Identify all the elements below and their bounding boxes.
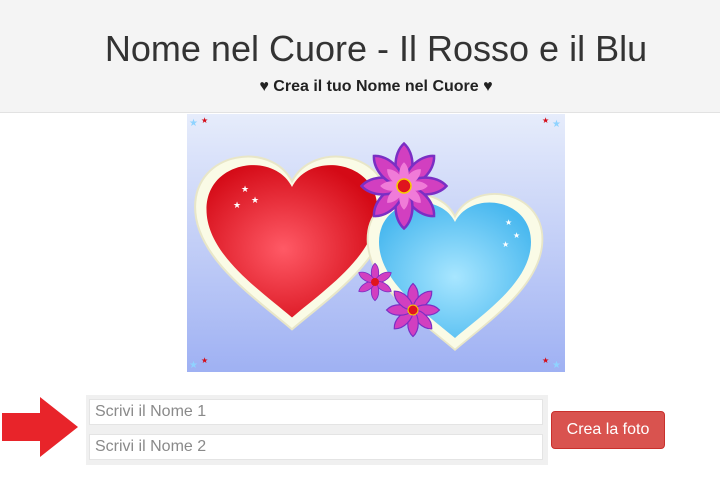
svg-text:★: ★ [251, 195, 259, 205]
page-title: Nome nel Cuore - Il Rosso e il Blu [104, 28, 648, 69]
svg-text:★: ★ [513, 231, 520, 240]
svg-text:★: ★ [241, 184, 249, 194]
svg-text:★: ★ [552, 119, 561, 130]
svg-text:★: ★ [233, 200, 241, 210]
heart-image-preview: ★ ★ ★ ★ ★ ★ ★ ★ ★ ★ ★ ★ ★ ★ [187, 114, 565, 372]
svg-text:★: ★ [201, 116, 208, 125]
flower-icon [385, 282, 441, 338]
name-1-input[interactable] [89, 399, 543, 425]
svg-text:★: ★ [201, 356, 208, 365]
svg-text:★: ★ [552, 360, 561, 371]
svg-text:★: ★ [505, 218, 512, 227]
page-subtitle: ♥ Crea il tuo Nome nel Cuore ♥ [259, 78, 493, 95]
name-2-input[interactable] [89, 434, 543, 460]
page-header: Nome nel Cuore - Il Rosso e il Blu ♥ Cre… [0, 0, 720, 113]
svg-text:★: ★ [189, 360, 198, 371]
create-photo-button[interactable]: Crea la foto [551, 411, 665, 449]
svg-text:★: ★ [542, 356, 549, 365]
svg-text:★: ★ [502, 240, 509, 249]
right-arrow-icon [2, 397, 78, 457]
svg-text:★: ★ [542, 116, 549, 125]
svg-text:★: ★ [189, 118, 198, 129]
flower-icon [360, 142, 448, 230]
